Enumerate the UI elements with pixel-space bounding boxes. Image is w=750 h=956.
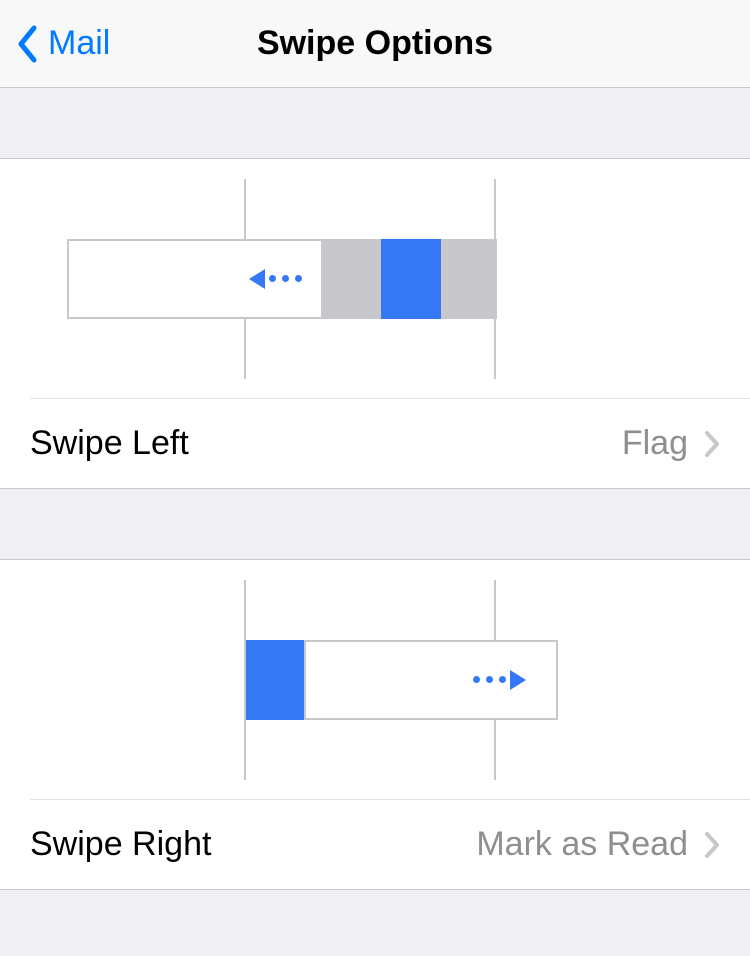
swipe-left-arrow-icon (249, 269, 302, 289)
chevron-right-icon (704, 831, 720, 859)
page-title: Swipe Options (257, 24, 493, 63)
mail-card-preview (67, 239, 323, 319)
swipe-right-preview (30, 560, 750, 800)
action-preview-flag (381, 239, 441, 319)
back-label: Mail (48, 24, 110, 63)
swipe-right-group: Swipe Right Mark as Read (0, 559, 750, 890)
swipe-right-label: Swipe Right (30, 825, 476, 864)
chevron-right-icon (704, 430, 720, 458)
swipe-right-row[interactable]: Swipe Right Mark as Read (0, 800, 750, 890)
action-preview-more (321, 239, 381, 319)
swipe-left-label: Swipe Left (30, 424, 622, 463)
section-gap (0, 88, 750, 158)
swipe-left-row[interactable]: Swipe Left Flag (0, 399, 750, 489)
chevron-left-icon (16, 24, 40, 64)
section-gap (0, 489, 750, 559)
swipe-right-value: Mark as Read (476, 825, 688, 864)
swipe-left-preview (30, 159, 750, 399)
swipe-right-arrow-icon (473, 670, 526, 690)
action-preview-archive (441, 239, 497, 319)
back-button[interactable]: Mail (16, 24, 110, 64)
navigation-bar: Mail Swipe Options (0, 0, 750, 88)
swipe-left-value: Flag (622, 424, 688, 463)
action-preview-mark-read (246, 640, 306, 720)
mail-card-preview (304, 640, 558, 720)
swipe-left-group: Swipe Left Flag (0, 158, 750, 489)
